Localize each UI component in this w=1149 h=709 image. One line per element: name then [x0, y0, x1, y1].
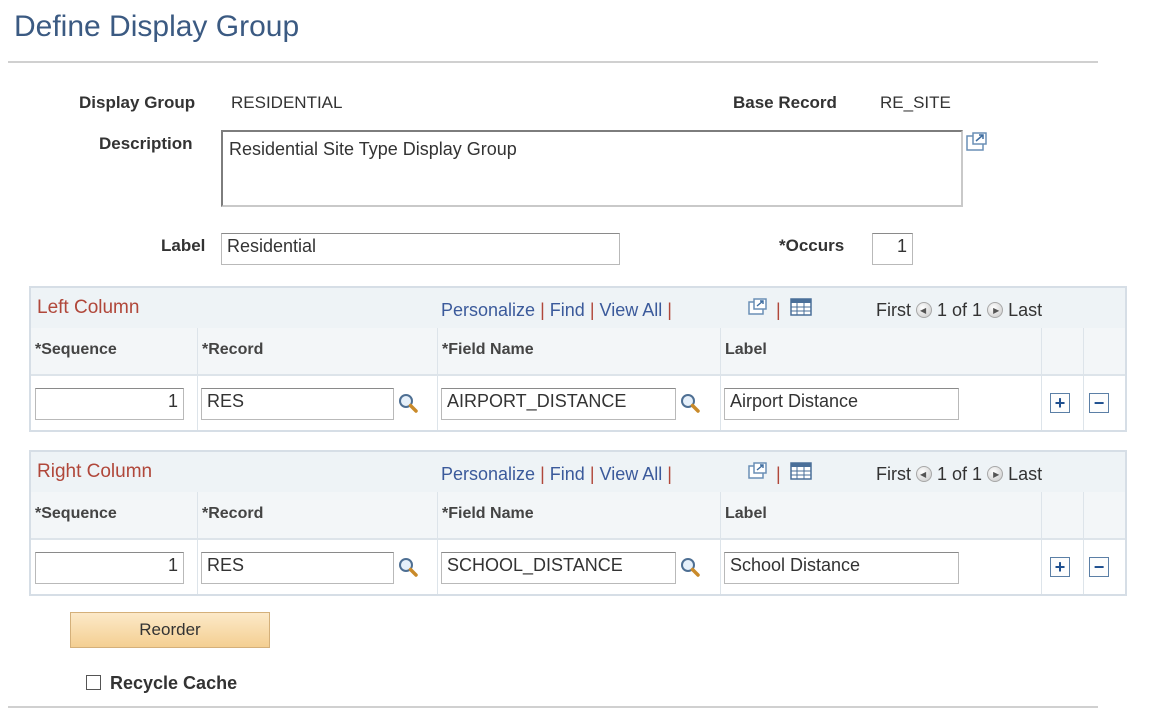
label-input[interactable]: Residential: [221, 233, 620, 265]
base-record-label: Base Record: [733, 93, 837, 112]
grid-title: Left Column: [37, 297, 140, 318]
last-label: Last: [1008, 464, 1043, 484]
magnifier-icon[interactable]: [680, 393, 700, 413]
page-indicator: 1 of 1: [937, 464, 983, 484]
reorder-button[interactable]: Reorder: [70, 612, 270, 648]
grid-nav: Personalize | Find | View All |: [441, 464, 672, 485]
grid-title: Right Column: [37, 461, 153, 482]
separator: |: [589, 464, 595, 484]
separator: |: [540, 464, 545, 484]
field-name-input[interactable]: SCHOOL_DISTANCE: [441, 552, 676, 584]
grid-nav: Personalize | Find | View All |: [441, 300, 672, 321]
pager: First ◀ 1 of 1 ▶ Last: [876, 300, 1042, 321]
separator: |: [589, 300, 595, 320]
delete-row-button[interactable]: −: [1089, 393, 1109, 413]
occurs-input[interactable]: 1: [872, 233, 913, 265]
add-row-button[interactable]: +: [1050, 393, 1070, 413]
record-header: *Record: [202, 341, 264, 358]
separator: |: [540, 300, 545, 320]
sequence-header: *Sequence: [35, 341, 117, 358]
field-name-header: *Field Name: [442, 505, 534, 522]
expand-icon[interactable]: [748, 298, 768, 316]
last-label: Last: [1008, 300, 1043, 320]
field-name-input[interactable]: AIRPORT_DISTANCE: [441, 388, 676, 420]
label-input[interactable]: Airport Distance: [724, 388, 959, 420]
column-headers: *Sequence *Record *Field Name Label: [31, 328, 1125, 376]
right-arrow-icon[interactable]: ▶: [987, 466, 1004, 482]
label-header: Label: [725, 505, 767, 522]
grid-header: Right Column Personalize | Find | View A…: [31, 452, 1125, 492]
record-input[interactable]: RES: [201, 388, 394, 420]
grid-icon[interactable]: [790, 298, 812, 316]
magnifier-icon[interactable]: [398, 393, 418, 413]
personalize-link[interactable]: Personalize: [441, 464, 535, 484]
find-link[interactable]: Find: [550, 464, 585, 484]
label-header: Label: [725, 341, 767, 358]
page-title: Define Display Group: [14, 10, 300, 43]
personalize-link[interactable]: Personalize: [441, 300, 535, 320]
occurs-label: *Occurs: [779, 236, 845, 255]
display-group-value: RESIDENTIAL: [231, 93, 343, 112]
sequence-input[interactable]: 1: [35, 552, 184, 584]
right-column-grid: Right Column Personalize | Find | View A…: [29, 450, 1127, 596]
expand-icon[interactable]: [966, 132, 988, 152]
label-label: Label: [161, 236, 206, 255]
field-name-header: *Field Name: [442, 341, 534, 358]
description-textarea[interactable]: Residential Site Type Display Group: [221, 130, 963, 207]
separator: |: [776, 464, 781, 484]
right-arrow-icon[interactable]: ▶: [987, 302, 1004, 318]
first-label: First: [876, 300, 911, 320]
display-group-label: Display Group: [79, 93, 196, 112]
view-all-link[interactable]: View All: [600, 464, 663, 484]
left-arrow-icon[interactable]: ◀: [916, 302, 933, 318]
separator: |: [667, 464, 672, 484]
separator: |: [667, 300, 672, 320]
label-input[interactable]: School Distance: [724, 552, 959, 584]
bottom-divider: [8, 706, 1098, 708]
grid-icon[interactable]: [790, 462, 812, 480]
left-column-grid: Left Column Personalize | Find | View Al…: [29, 286, 1127, 432]
pager: First ◀ 1 of 1 ▶ Last: [876, 464, 1042, 485]
record-input[interactable]: RES: [201, 552, 394, 584]
separator: |: [776, 300, 781, 320]
column-headers: *Sequence *Record *Field Name Label: [31, 492, 1125, 540]
recycle-cache-label: Recycle Cache: [110, 673, 238, 693]
description-label: Description: [99, 134, 193, 153]
add-row-button[interactable]: +: [1050, 557, 1070, 577]
magnifier-icon[interactable]: [680, 557, 700, 577]
base-record-value: RE_SITE: [880, 93, 951, 112]
title-divider: [8, 61, 1098, 63]
delete-row-button[interactable]: −: [1089, 557, 1109, 577]
first-label: First: [876, 464, 911, 484]
find-link[interactable]: Find: [550, 300, 585, 320]
grid-header: Left Column Personalize | Find | View Al…: [31, 288, 1125, 328]
sequence-header: *Sequence: [35, 505, 117, 522]
expand-icon[interactable]: [748, 462, 768, 480]
record-header: *Record: [202, 505, 264, 522]
recycle-cache-checkbox[interactable]: [86, 675, 101, 690]
sequence-input[interactable]: 1: [35, 388, 184, 420]
left-arrow-icon[interactable]: ◀: [916, 466, 933, 482]
view-all-link[interactable]: View All: [600, 300, 663, 320]
magnifier-icon[interactable]: [398, 557, 418, 577]
page-indicator: 1 of 1: [937, 300, 983, 320]
